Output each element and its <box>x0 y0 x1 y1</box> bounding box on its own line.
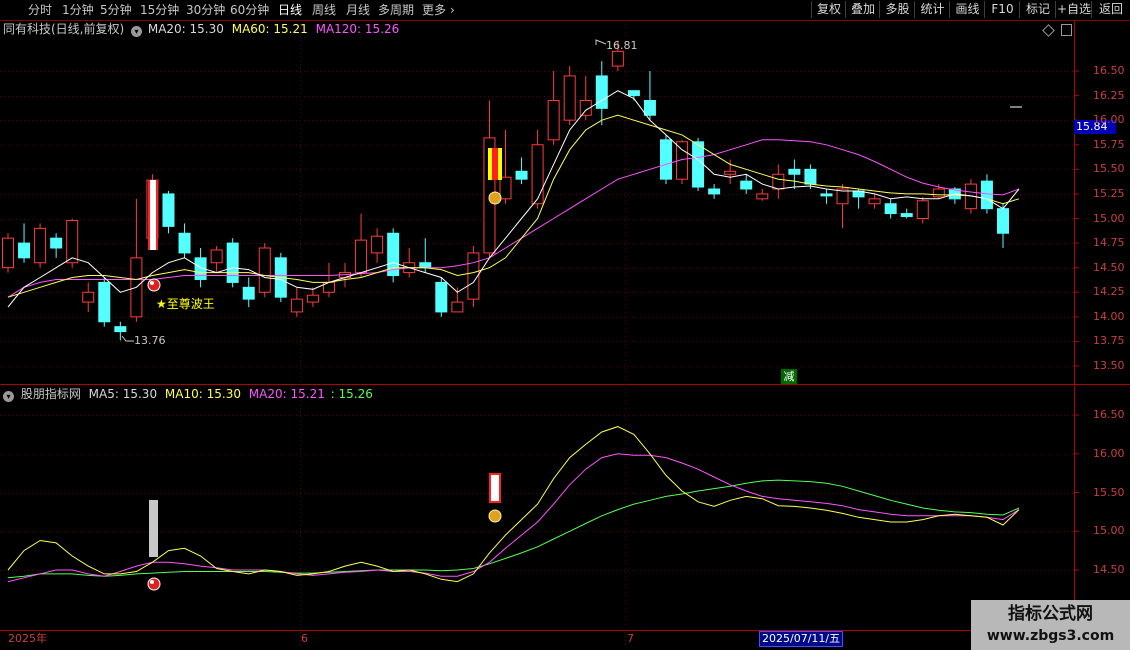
candle-down <box>643 100 656 116</box>
candle-up <box>756 193 769 200</box>
candle-up <box>531 144 544 205</box>
kline-chart[interactable] <box>0 0 1130 650</box>
sub-signal-ball <box>147 577 161 591</box>
candle-up <box>547 100 560 141</box>
cursor-date: 2025/07/11/五 <box>759 631 844 647</box>
y-tick-label: 15.50 <box>1093 485 1125 499</box>
candle-down <box>50 237 63 249</box>
y-tick-label: 14.50 <box>1093 260 1125 274</box>
candle-down <box>804 168 817 185</box>
candle-up <box>306 294 319 303</box>
candle-down <box>162 193 175 227</box>
candle-down <box>900 213 913 218</box>
candle-down <box>659 139 672 180</box>
candle-down <box>820 193 833 197</box>
candle-down <box>708 188 721 195</box>
candle-up <box>258 247 271 293</box>
low-price-label: 13.76 <box>134 334 166 347</box>
sub-money-bag-icon <box>488 509 502 523</box>
signal-marks <box>121 39 1022 591</box>
candle-down <box>242 286 255 300</box>
x-label-june: 6 <box>301 632 308 645</box>
y-tick-label: 14.00 <box>1093 309 1125 323</box>
y-tick-label: 14.75 <box>1093 236 1125 250</box>
candle-down <box>515 170 528 180</box>
y-tick-label: 15.25 <box>1093 186 1125 200</box>
candle-down <box>997 208 1009 234</box>
sub-signal-ball-shine <box>150 580 154 584</box>
candle-up <box>2 237 14 269</box>
candle-up <box>355 239 368 274</box>
sub-signal-bar <box>149 500 158 557</box>
candle-up <box>932 188 945 198</box>
sub-signal-bar-red <box>489 473 501 503</box>
candle-up <box>563 75 576 121</box>
candle-down <box>435 281 448 313</box>
candle-up <box>868 198 881 205</box>
candle-down <box>18 242 31 259</box>
sub-indicator-lines <box>7 426 1020 583</box>
y-tick-label: 16.25 <box>1093 88 1125 102</box>
candle-up <box>772 173 785 190</box>
window-toggle-icon[interactable] <box>1061 24 1072 36</box>
x-label-july: 7 <box>627 632 634 645</box>
candle-down <box>627 90 640 97</box>
y-tick-label: 14.50 <box>1093 563 1125 576</box>
signal-ball-shine <box>150 281 154 285</box>
candle-up <box>82 291 95 303</box>
y-tick-label: 15.50 <box>1093 162 1125 176</box>
signal-ball <box>147 278 161 292</box>
high-price-label: 16.81 <box>606 39 638 52</box>
low-pointer <box>121 335 134 342</box>
x-label-year: 2025年 <box>8 632 47 645</box>
high-pointer <box>595 39 607 45</box>
candle-up <box>724 170 737 175</box>
y-tick-label: 13.75 <box>1093 334 1125 348</box>
signal-bar-edge <box>148 180 150 250</box>
candle-up <box>34 227 47 264</box>
candle-down <box>114 326 127 333</box>
event-tag[interactable]: 减 <box>781 369 797 384</box>
candle-down <box>419 262 432 269</box>
y-tick-label: 16.50 <box>1093 64 1125 77</box>
candle-up <box>210 249 223 264</box>
candle-down <box>980 180 993 210</box>
y-tick-label: 16.00 <box>1093 446 1125 460</box>
signal-text: ★至尊波王 <box>156 297 215 311</box>
candle-up <box>916 200 929 220</box>
candle-up <box>290 298 303 313</box>
watermark-title: 指标公式网 <box>1008 604 1093 624</box>
y-tick-label: 15.75 <box>1093 137 1125 151</box>
candle-up <box>451 301 464 313</box>
candle-up <box>371 235 384 254</box>
candle-down <box>595 75 608 109</box>
sub-ma5-line <box>7 426 1020 583</box>
y-tick-label: 16.50 <box>1093 408 1125 421</box>
candle-up <box>66 219 79 264</box>
y-tick-label: 15.00 <box>1093 211 1125 225</box>
y-tick-label: 15.00 <box>1093 524 1125 538</box>
sub-ma20-line <box>7 479 1020 579</box>
main-ma-lines <box>7 90 1020 308</box>
ma60-line <box>7 114 1020 298</box>
candle-down <box>884 203 897 215</box>
candle-down <box>788 168 801 175</box>
watermark-url: www.zbgs3.com <box>986 628 1115 644</box>
candle-down <box>692 141 705 188</box>
candle-down <box>98 281 111 323</box>
y-tick-label: 14.25 <box>1093 285 1125 299</box>
signal-bar-red <box>492 148 498 180</box>
ma120-line <box>7 139 1020 298</box>
y-tick-label: 13.50 <box>1093 359 1125 372</box>
candle-down <box>178 232 191 254</box>
signal-bar-edge <box>156 180 158 250</box>
candle-up <box>499 176 512 200</box>
money-bag-icon <box>488 191 502 205</box>
watermark: 指标公式网 www.zbgs3.com <box>971 600 1130 650</box>
sub-ma10-line <box>7 453 1020 583</box>
candle-down <box>740 180 753 190</box>
y-tick-label: 16.00 <box>1093 113 1125 127</box>
candle-down <box>226 242 239 283</box>
candle-up <box>611 50 624 67</box>
